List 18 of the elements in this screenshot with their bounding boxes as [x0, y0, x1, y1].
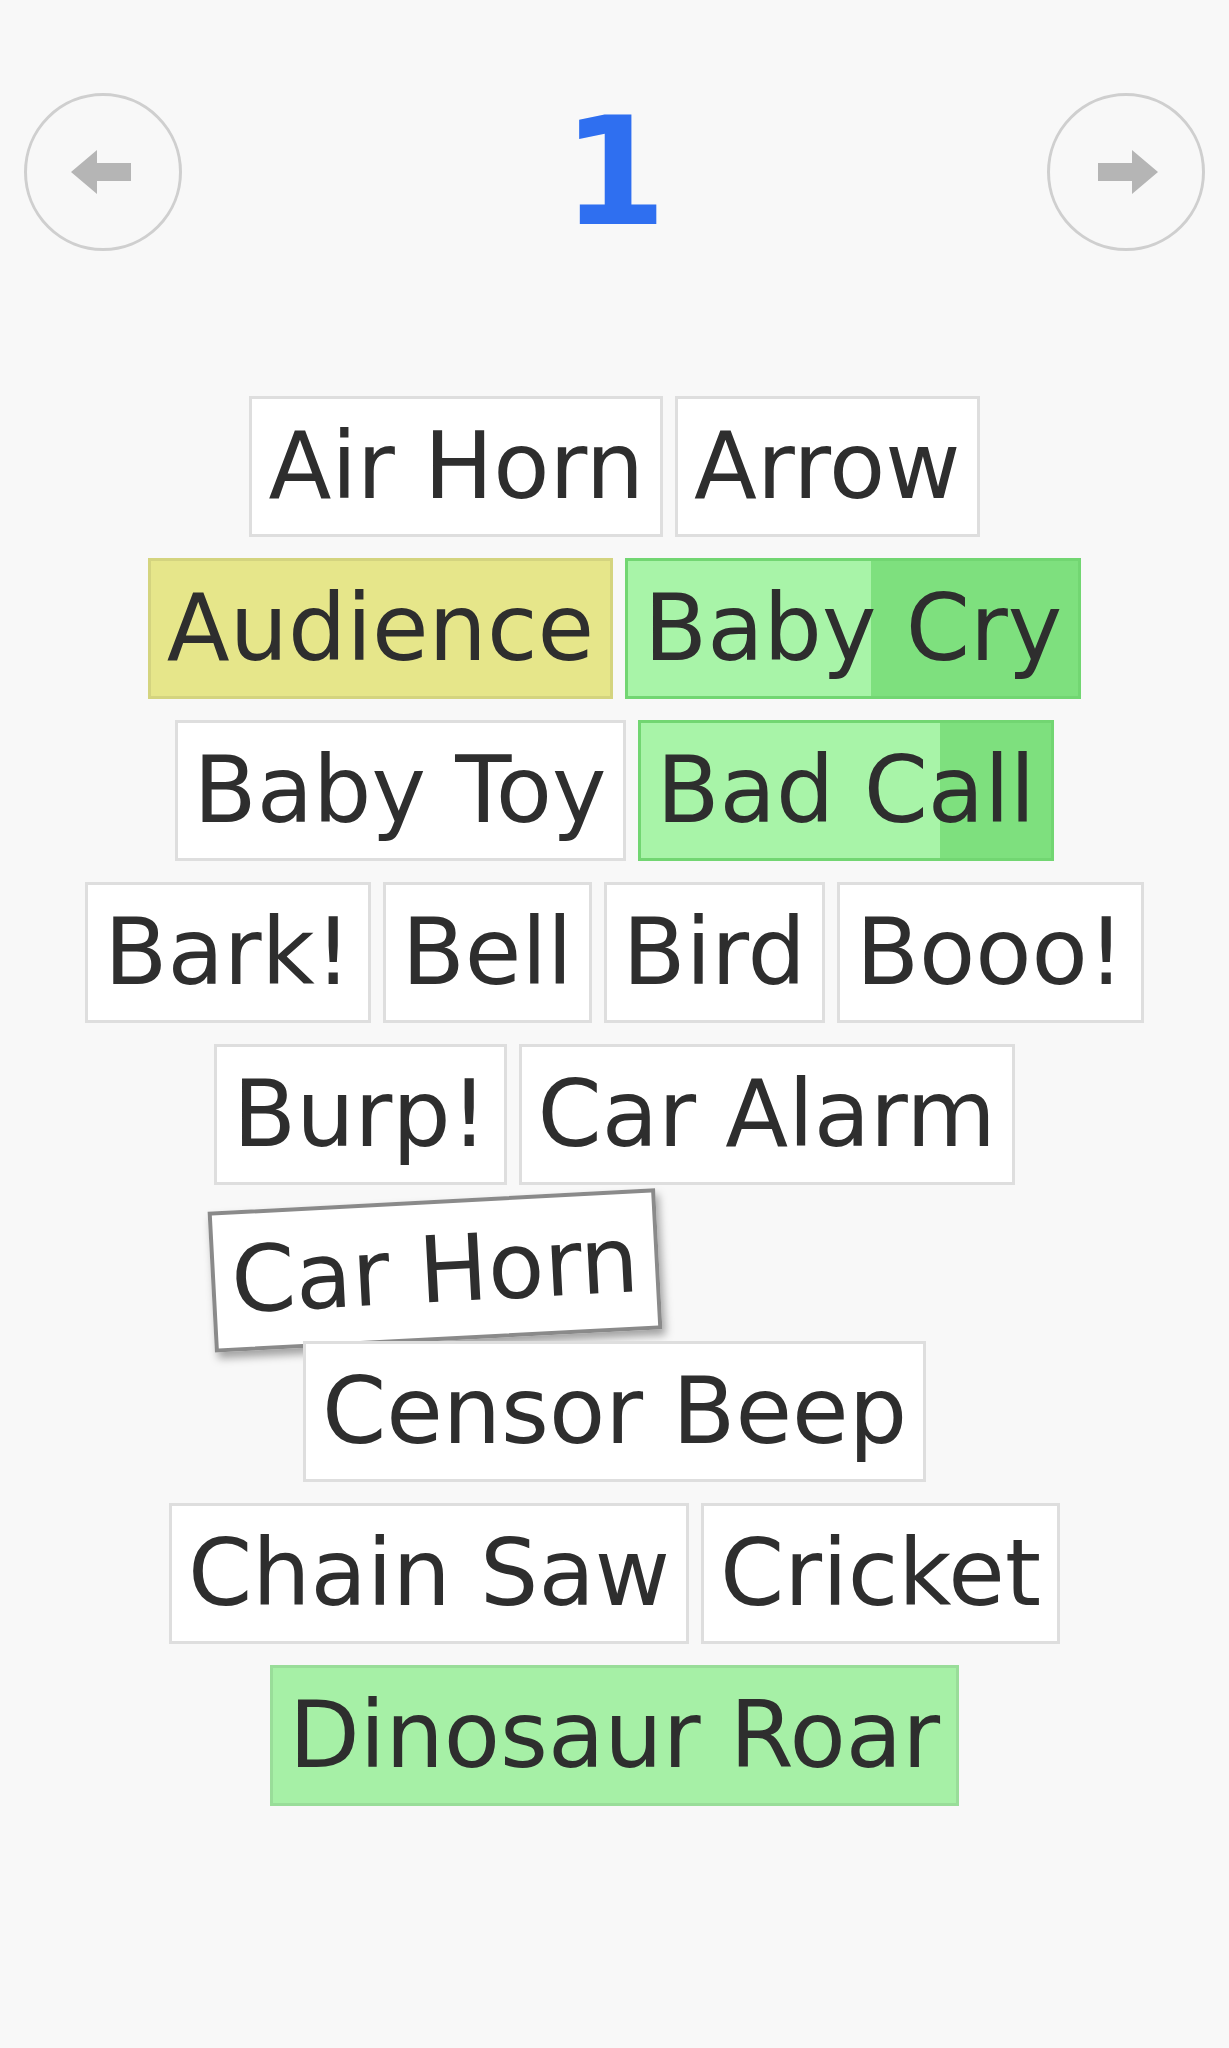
- sound-button[interactable]: Bell: [382, 882, 592, 1023]
- sound-button[interactable]: Censor Beep: [302, 1341, 927, 1482]
- sound-button[interactable]: Baby Toy: [174, 720, 626, 861]
- sound-button[interactable]: Burp!: [214, 1044, 507, 1185]
- sound-button[interactable]: Audience: [147, 558, 614, 699]
- sound-button[interactable]: Dinosaur Roar: [270, 1665, 959, 1806]
- page-number: 1: [562, 97, 667, 247]
- sound-button[interactable]: Arrow: [675, 396, 980, 537]
- sound-button[interactable]: Booo!: [836, 882, 1144, 1023]
- sound-button[interactable]: Bird: [603, 882, 825, 1023]
- sound-button[interactable]: Cricket: [701, 1503, 1060, 1644]
- sound-button[interactable]: Air Horn: [249, 396, 664, 537]
- sound-button[interactable]: Car Horn: [207, 1188, 662, 1353]
- sound-button[interactable]: Bad Call: [637, 720, 1055, 861]
- sound-button[interactable]: Bark!: [85, 882, 371, 1023]
- sound-button[interactable]: Baby Cry: [625, 558, 1082, 699]
- sound-button[interactable]: Car Alarm: [518, 1044, 1015, 1185]
- sound-button[interactable]: Chain Saw: [169, 1503, 690, 1644]
